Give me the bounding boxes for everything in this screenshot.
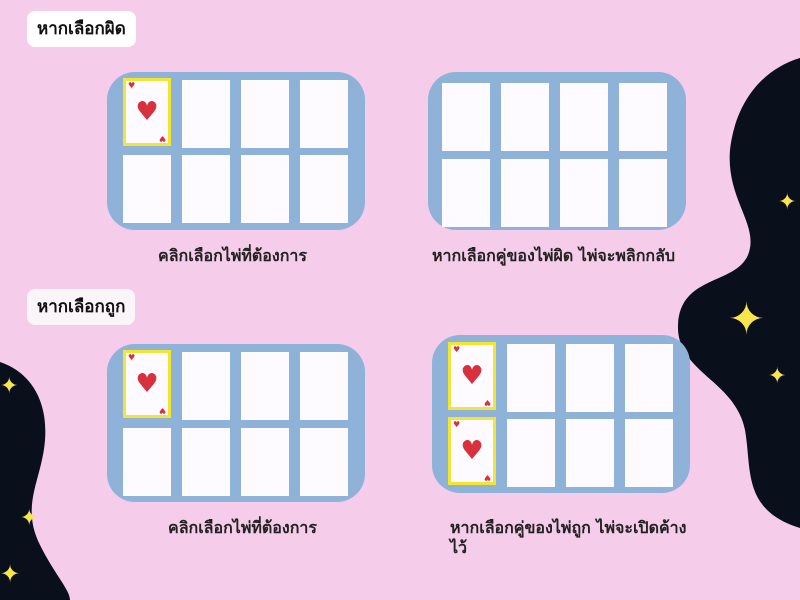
card-facedown[interactable]	[507, 419, 555, 487]
right-matched-caption-line1: หากเลือกคู่ของไพ่ถูก ไพ่จะเปิดค้าง	[450, 518, 687, 537]
heart-icon: ♥	[128, 353, 136, 362]
sparkle-icon: ✦	[768, 364, 787, 389]
wrong-choice-label: หากเลือกผิด	[27, 11, 136, 47]
card-facedown[interactable]	[442, 159, 490, 227]
sparkle-icon: ✦	[0, 374, 19, 399]
heart-icon: ♥	[460, 361, 484, 391]
board-right-matched: ♥ ♥ ♥ ♥ ♥ ♥	[432, 335, 690, 493]
card-matched: ♥ ♥ ♥	[448, 342, 496, 410]
card-facedown[interactable]	[241, 80, 289, 148]
card-facedown[interactable]	[300, 155, 348, 223]
card-facedown[interactable]	[241, 352, 289, 420]
heart-icon: ♥	[453, 420, 461, 429]
right-choice-label: หากเลือกถูก	[27, 289, 136, 325]
card-selected[interactable]: ♥ ♥ ♥	[123, 350, 171, 418]
card-facedown[interactable]	[241, 428, 289, 496]
heart-icon: ♥	[453, 345, 461, 354]
card-facedown[interactable]	[625, 344, 673, 412]
card-facedown[interactable]	[182, 155, 230, 223]
card-facedown[interactable]	[123, 155, 171, 223]
card-facedown[interactable]	[442, 83, 490, 151]
right-matched-caption-line2: ไว้	[450, 538, 468, 557]
heart-icon: ♥	[135, 97, 159, 127]
right-matched-caption: หากเลือกคู่ของไพ่ถูก ไพ่จะเปิดค้าง ไว้	[450, 518, 686, 558]
card-facedown[interactable]	[241, 155, 289, 223]
card-facedown[interactable]	[182, 428, 230, 496]
card-facedown[interactable]	[182, 352, 230, 420]
card-facedown[interactable]	[507, 344, 555, 412]
wrong-select-caption: คลิกเลือกไพ่ที่ต้องการ	[158, 246, 307, 265]
card-facedown[interactable]	[566, 344, 614, 412]
card-facedown[interactable]	[300, 352, 348, 420]
card-matched: ♥ ♥ ♥	[448, 417, 496, 485]
card-facedown[interactable]	[182, 80, 230, 148]
card-facedown[interactable]	[566, 419, 614, 487]
sparkle-icon: ✦	[728, 294, 765, 345]
card-facedown[interactable]	[300, 428, 348, 496]
heart-icon: ♥	[158, 134, 166, 143]
board-right-select: ♥ ♥ ♥	[107, 344, 365, 502]
heart-icon: ♥	[483, 398, 491, 407]
heart-icon: ♥	[135, 369, 159, 399]
card-facedown[interactable]	[560, 159, 608, 227]
card-facedown[interactable]	[619, 159, 667, 227]
card-selected[interactable]: ♥ ♥ ♥	[123, 78, 171, 146]
sparkle-icon: ✦	[0, 560, 21, 588]
sparkle-icon: ✦	[778, 190, 797, 215]
heart-icon: ♥	[460, 436, 484, 466]
card-facedown[interactable]	[501, 159, 549, 227]
card-facedown[interactable]	[300, 80, 348, 148]
card-facedown[interactable]	[501, 83, 549, 151]
card-facedown[interactable]	[619, 83, 667, 151]
card-facedown[interactable]	[625, 419, 673, 487]
heart-icon: ♥	[483, 473, 491, 482]
right-select-caption: คลิกเลือกไพ่ที่ต้องการ	[168, 518, 317, 537]
sparkle-icon: ✦	[20, 506, 39, 531]
heart-icon: ♥	[128, 81, 136, 90]
board-wrong-select: ♥ ♥ ♥	[107, 72, 365, 230]
wrong-flipback-caption: หากเลือกคู่ของไพ่ผิด ไพ่จะพลิกกลับ	[432, 246, 676, 265]
heart-icon: ♥	[158, 406, 166, 415]
board-wrong-flipback	[428, 72, 686, 230]
card-facedown[interactable]	[123, 428, 171, 496]
card-facedown[interactable]	[560, 83, 608, 151]
